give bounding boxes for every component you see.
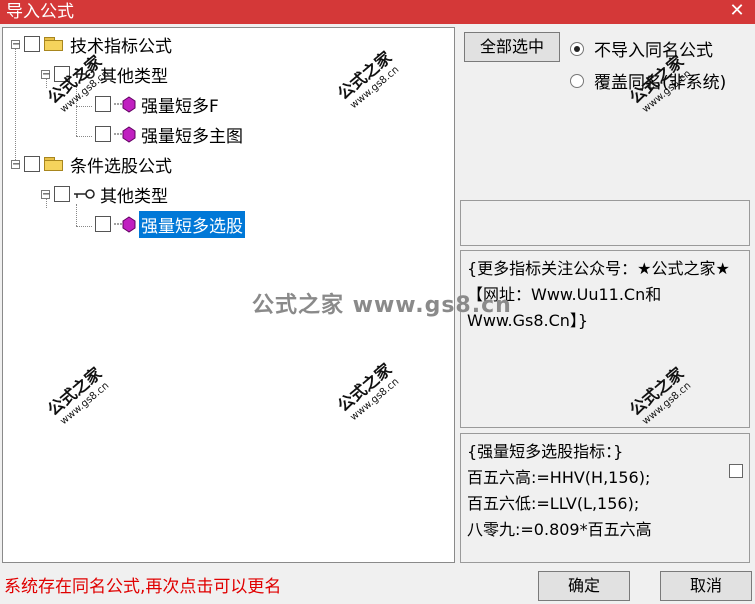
code-checkbox[interactable] bbox=[729, 464, 743, 478]
tree-connector bbox=[15, 48, 16, 168]
code-line: 百五六高:=HHV(H,156); bbox=[467, 468, 651, 487]
tree-connector bbox=[76, 106, 92, 107]
select-all-button[interactable]: 全部选中 bbox=[464, 32, 560, 62]
window-title: 导入公式 bbox=[6, 2, 74, 22]
code-line: 八零九:=0.809*百五六高 bbox=[467, 520, 652, 539]
description-text: {更多指标关注公众号：★公式之家★ 【网址：Www.Uu11.Cn和Www.Gs… bbox=[467, 259, 730, 330]
node-checkbox[interactable] bbox=[54, 186, 70, 202]
ok-button[interactable]: 确定 bbox=[538, 571, 630, 601]
node-checkbox[interactable] bbox=[95, 126, 111, 142]
key-icon bbox=[72, 65, 96, 83]
formula-icon bbox=[113, 215, 137, 233]
tree-node[interactable]: − 其他类型 bbox=[41, 61, 170, 88]
node-checkbox[interactable] bbox=[24, 36, 40, 52]
collapse-icon[interactable]: − bbox=[11, 39, 20, 49]
formula-tree[interactable]: − 技术指标公式 − 其他类型 强量短多F 强量短多主图 − 条件选股公式 − … bbox=[2, 27, 455, 563]
radio-no-import[interactable]: 不导入同名公式 bbox=[570, 36, 713, 61]
formula-icon bbox=[113, 95, 137, 113]
collapse-icon[interactable]: − bbox=[41, 189, 50, 199]
node-label[interactable]: 强量短多主图 bbox=[139, 121, 245, 148]
node-label[interactable]: 强量短多选股 bbox=[139, 210, 245, 238]
folder-icon bbox=[44, 37, 64, 51]
radio-button[interactable] bbox=[570, 41, 584, 56]
formula-icon bbox=[113, 125, 137, 143]
status-text: 系统存在同名公式,再次点击可以更名 bbox=[4, 577, 282, 597]
collapse-icon[interactable]: − bbox=[41, 69, 50, 79]
node-checkbox[interactable] bbox=[54, 66, 70, 82]
tree-connector bbox=[76, 204, 77, 226]
empty-panel bbox=[460, 200, 750, 246]
folder-icon bbox=[44, 157, 64, 171]
cancel-button[interactable]: 取消 bbox=[660, 571, 752, 601]
node-label[interactable]: 条件选股公式 bbox=[68, 151, 174, 178]
tree-node[interactable]: 强量短多主图 bbox=[95, 121, 245, 148]
radio-label: 不导入同名公式 bbox=[594, 41, 713, 61]
node-checkbox[interactable] bbox=[24, 156, 40, 172]
collapse-icon[interactable]: − bbox=[11, 159, 20, 169]
node-label[interactable]: 强量短多F bbox=[139, 91, 221, 118]
tree-connector bbox=[76, 136, 92, 137]
tree-node[interactable]: − 条件选股公式 bbox=[11, 151, 174, 178]
description-panel: {更多指标关注公众号：★公式之家★ 【网址：Www.Uu11.Cn和Www.Gs… bbox=[460, 250, 750, 428]
radio-label: 覆盖同名(非系统) bbox=[594, 73, 727, 93]
code-line: 百五六低:=LLV(L,156); bbox=[467, 494, 640, 513]
code-panel: {强量短多选股指标：} 百五六高:=HHV(H,156); 百五六低:=LLV(… bbox=[460, 433, 750, 563]
tree-node[interactable]: 强量短多F bbox=[95, 91, 221, 118]
node-label[interactable]: 技术指标公式 bbox=[68, 31, 174, 58]
node-label[interactable]: 其他类型 bbox=[98, 181, 170, 208]
title-bar: 导入公式 ✕ bbox=[0, 0, 755, 24]
radio-overwrite[interactable]: 覆盖同名(非系统) bbox=[570, 68, 726, 93]
tree-connector bbox=[76, 226, 92, 227]
tree-node[interactable]: − 技术指标公式 bbox=[11, 31, 174, 58]
tree-node-selected[interactable]: 强量短多选股 bbox=[95, 210, 245, 238]
node-checkbox[interactable] bbox=[95, 96, 111, 112]
tree-node[interactable]: − 其他类型 bbox=[41, 181, 170, 208]
node-checkbox[interactable] bbox=[95, 216, 111, 232]
code-line: {强量短多选股指标：} bbox=[467, 442, 624, 461]
node-label[interactable]: 其他类型 bbox=[98, 61, 170, 88]
tree-connector bbox=[76, 84, 77, 136]
key-icon bbox=[72, 185, 96, 203]
radio-button[interactable] bbox=[570, 73, 584, 88]
close-icon[interactable]: ✕ bbox=[727, 0, 747, 22]
